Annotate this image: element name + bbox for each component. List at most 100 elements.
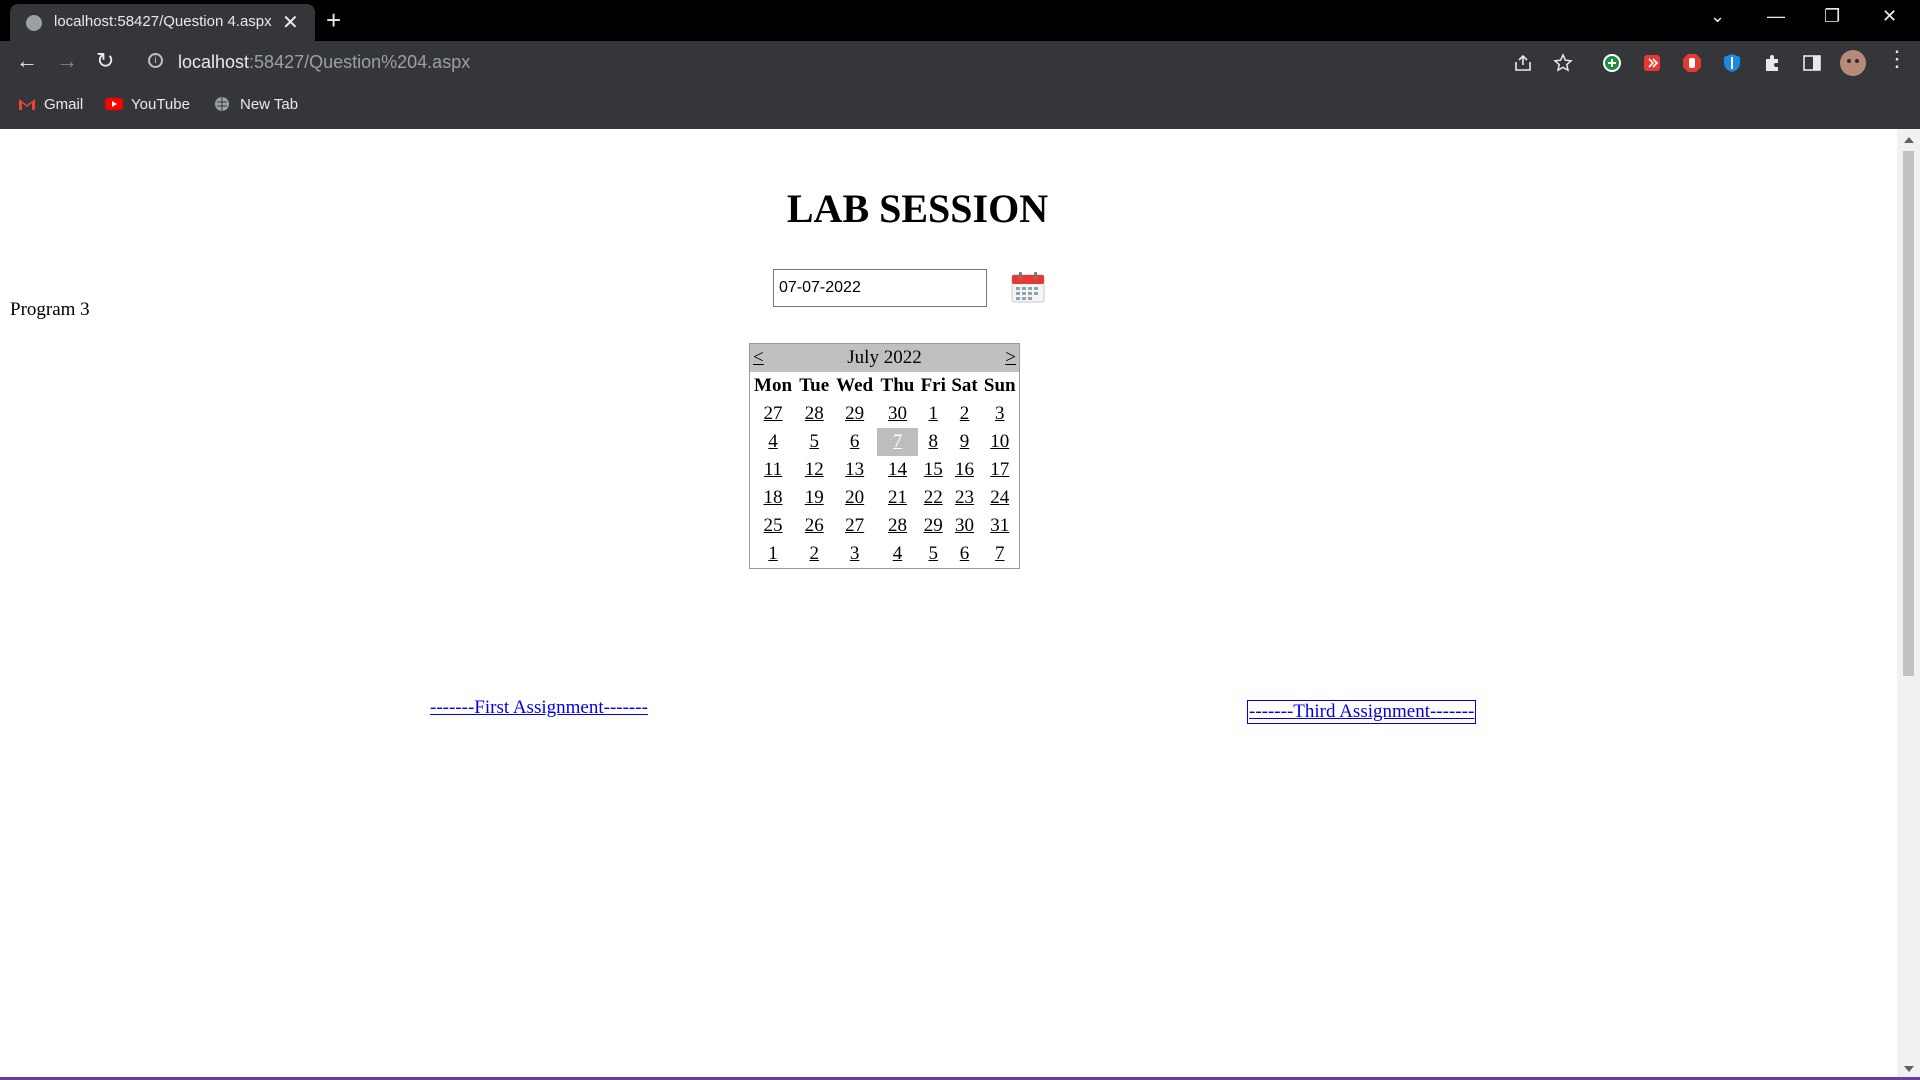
weekday-header: Sat	[951, 375, 978, 396]
browser-chrome: localhost:58427/Question 4.aspx ✕ + ⌄ — …	[0, 0, 1920, 129]
calendar-day-link[interactable]: 22	[924, 487, 943, 508]
calendar-day-link[interactable]: 30	[955, 515, 974, 536]
extension-red-icon[interactable]	[1642, 53, 1662, 73]
calendar-day-link[interactable]: 16	[955, 459, 974, 480]
address-bar[interactable]: i localhost:58427/Question%204.aspx	[138, 45, 1418, 81]
calendar-day-link[interactable]: 28	[805, 403, 824, 424]
calendar-day-link[interactable]: 4	[768, 431, 778, 452]
calendar-day-link[interactable]: 26	[805, 515, 824, 536]
calendar-day-link[interactable]: 19	[805, 487, 824, 508]
extension-plus-icon[interactable]	[1602, 53, 1622, 73]
reload-button[interactable]: ↻	[96, 48, 114, 74]
calendar-widget: < > July 2022 Mon Tue Wed Thu Fri Sat Sun 27 28…	[749, 343, 1020, 569]
calendar-day-cell: 27	[832, 512, 877, 540]
star-icon[interactable]	[1553, 53, 1573, 73]
back-button[interactable]: ←	[16, 48, 38, 74]
menu-icon[interactable]: ⋮	[1886, 46, 1908, 72]
info-icon[interactable]: i	[148, 53, 163, 68]
close-icon[interactable]: ✕	[282, 10, 299, 35]
bookmark-gmail[interactable]: Gmail	[18, 96, 83, 113]
program-label: Program 3	[10, 299, 90, 320]
calendar-day-link[interactable]: 7	[995, 543, 1005, 564]
first-assignment-link[interactable]: -------First Assignment-------	[430, 697, 648, 719]
calendar-day-cell: 26	[796, 512, 832, 540]
calendar-day-cell: 12	[796, 456, 832, 484]
avatar[interactable]	[1840, 50, 1866, 76]
date-input[interactable]	[773, 269, 987, 307]
calendar-day-link[interactable]: 3	[995, 403, 1005, 424]
minimize-button[interactable]: —	[1767, 6, 1785, 27]
calendar-day-link[interactable]: 24	[990, 487, 1009, 508]
calendar-day-link[interactable]: 10	[990, 431, 1009, 452]
calendar-day-link[interactable]: 9	[960, 431, 970, 452]
calendar-day-link[interactable]: 8	[928, 431, 938, 452]
weekday-header: Thu	[880, 375, 915, 396]
calendar-day-link[interactable]: 23	[955, 487, 974, 508]
scroll-up-arrow[interactable]	[1904, 137, 1914, 143]
bookmarks-bar: Gmail YouTube New Tab	[0, 84, 1920, 129]
tab-active[interactable]: localhost:58427/Question 4.aspx ✕	[10, 4, 315, 41]
calendar-day-link[interactable]: 7	[893, 431, 903, 452]
calendar-day-link[interactable]: 15	[924, 459, 943, 480]
calendar-day-link[interactable]: 29	[924, 515, 943, 536]
puzzle-icon[interactable]	[1762, 53, 1782, 73]
url-text[interactable]: localhost:58427/Question%204.aspx	[178, 52, 470, 73]
calendar-day-link[interactable]: 27	[845, 515, 864, 536]
scroll-down-arrow[interactable]	[1904, 1066, 1914, 1072]
forward-button[interactable]: →	[56, 48, 78, 74]
calendar-day-link[interactable]: 27	[764, 403, 783, 424]
calendar-day-link[interactable]: 29	[845, 403, 864, 424]
calendar-icon[interactable]	[1011, 271, 1045, 303]
close-window-button[interactable]: ✕	[1882, 6, 1897, 27]
calendar-day-cell: 23	[949, 484, 981, 512]
calendar-day-link[interactable]: 11	[764, 459, 782, 480]
calendar-day-cell: 2	[949, 400, 981, 428]
calendar-day-cell: 3	[980, 400, 1019, 428]
calendar-day-link[interactable]: 2	[960, 403, 970, 424]
calendar-day-link[interactable]: 25	[764, 515, 783, 536]
shield-icon[interactable]	[1722, 53, 1742, 73]
restore-button[interactable]: ❐	[1824, 6, 1840, 27]
calendar-day-link[interactable]: 14	[888, 459, 907, 480]
calendar-day-link[interactable]: 6	[960, 543, 970, 564]
bookmark-youtube[interactable]: YouTube	[105, 96, 190, 113]
calendar-day-link[interactable]: 5	[809, 431, 819, 452]
calendar-week-row: 27 28 29 30 1 2 3	[750, 400, 1020, 428]
calendar-day-link[interactable]: 30	[888, 403, 907, 424]
calendar-day-link[interactable]: 21	[888, 487, 907, 508]
chevron-down-icon[interactable]: ⌄	[1710, 6, 1725, 27]
bookmark-new-tab[interactable]: New Tab	[214, 96, 298, 113]
calendar-day-cell: 9	[949, 428, 981, 456]
calendar-day-cell: 7	[877, 428, 918, 456]
calendar-day-link[interactable]: 31	[990, 515, 1009, 536]
calendar-day-link[interactable]: 6	[850, 431, 860, 452]
calendar-day-cell: 24	[980, 484, 1019, 512]
scroll-thumb[interactable]	[1903, 151, 1914, 676]
calendar-day-link[interactable]: 12	[805, 459, 824, 480]
weekday-header: Fri	[920, 375, 946, 396]
calendar-day-link[interactable]: 28	[888, 515, 907, 536]
calendar-day-cell: 11	[750, 456, 797, 484]
share-icon[interactable]	[1513, 53, 1533, 73]
calendar-day-link[interactable]: 13	[845, 459, 864, 480]
calendar-day-link[interactable]: 18	[764, 487, 783, 508]
calendar-day-link[interactable]: 1	[928, 403, 938, 424]
calendar-day-link[interactable]: 3	[850, 543, 860, 564]
page-content: LAB SESSION Program 3 < > July 2022 Mon T…	[0, 129, 1897, 1080]
calendar-day-link[interactable]: 2	[809, 543, 819, 564]
calendar-day-link[interactable]: 4	[893, 543, 903, 564]
new-tab-button[interactable]: +	[326, 5, 341, 36]
calendar-day-link[interactable]: 1	[768, 543, 778, 564]
prev-month-link[interactable]: <	[753, 347, 764, 369]
adblock-icon[interactable]	[1682, 53, 1702, 73]
calendar-day-link[interactable]: 20	[845, 487, 864, 508]
third-assignment-link[interactable]: -------Third Assignment-------	[1247, 700, 1477, 724]
calendar-day-link[interactable]: 17	[990, 459, 1009, 480]
next-month-link[interactable]: >	[1005, 347, 1016, 369]
scrollbar[interactable]	[1897, 129, 1920, 1080]
calendar-day-cell: 25	[750, 512, 797, 540]
calendar-week-row: 25 26 27 28 29 30 31	[750, 512, 1020, 540]
calendar-day-link[interactable]: 5	[928, 543, 938, 564]
side-panel-icon[interactable]	[1802, 53, 1822, 73]
calendar-day-cell: 14	[877, 456, 918, 484]
